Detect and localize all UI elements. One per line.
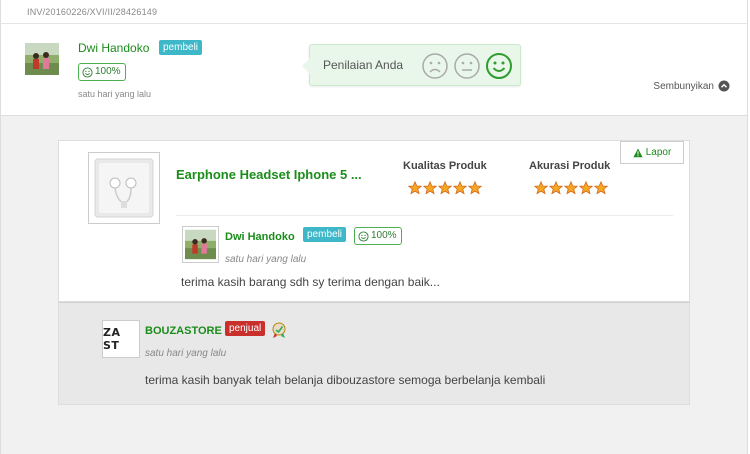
hide-link[interactable]: Sembunyikan — [653, 80, 730, 92]
seller-badge: penjual — [225, 321, 266, 336]
neutral-face-icon[interactable] — [453, 52, 481, 80]
buyer-avatar[interactable] — [25, 43, 59, 75]
star-icon — [438, 181, 452, 195]
divider — [176, 215, 673, 216]
review-content: Earphone Headset Iphone 5 ... Kualitas P… — [0, 116, 748, 454]
invoice-number: INV/20160226/XVI/II/28426149 — [27, 7, 158, 17]
star-icon — [564, 181, 578, 195]
reviewer-name[interactable]: Dwi Handoko — [225, 231, 295, 243]
reputation-badge[interactable]: 100% — [78, 63, 126, 81]
star-icon — [408, 181, 422, 195]
report-button[interactable]: Lapor — [620, 141, 684, 164]
star-icon — [549, 181, 563, 195]
sad-face-icon[interactable] — [421, 52, 449, 80]
reply-time: satu hari yang lalu — [145, 348, 227, 359]
accuracy-label: Akurasi Produk — [529, 160, 611, 172]
invoice-bar: INV/20160226/XVI/II/28426149 — [0, 0, 748, 24]
product-image[interactable] — [88, 152, 160, 224]
reviewer-avatar[interactable] — [182, 226, 219, 263]
store-logo-text: ZA ST — [103, 326, 121, 352]
chevron-up-circle-icon — [718, 80, 730, 92]
accuracy-stars — [534, 181, 608, 195]
smile-icon — [358, 230, 369, 242]
review-header: Dwi Handoko pembeli 100% satu hari yang … — [0, 24, 748, 116]
report-label: Lapor — [645, 147, 672, 158]
quality-label: Kualitas Produk — [403, 160, 487, 172]
reputation-value: 100% — [95, 66, 121, 77]
reply-text: terima kasih banyak telah belanja dibouz… — [145, 373, 546, 387]
medal-icon — [272, 322, 286, 338]
reviewer-reputation-value: 100% — [371, 230, 397, 241]
reviewer-badge: pembeli — [303, 227, 347, 242]
hide-label: Sembunyikan — [653, 80, 714, 92]
seller-reply: ZA ST BOUZASTORE penjual satu hari yang … — [58, 302, 690, 405]
rating-tooltip: Penilaian Anda — [302, 44, 521, 86]
warning-icon — [633, 148, 643, 157]
buyer-badge: pembeli — [159, 40, 203, 55]
star-icon — [579, 181, 593, 195]
seller-name[interactable]: BOUZASTORE — [145, 325, 222, 337]
store-logo[interactable]: ZA ST — [102, 320, 140, 358]
star-icon — [534, 181, 548, 195]
reviewer-reputation-badge[interactable]: 100% — [354, 227, 402, 245]
buyer-name[interactable]: Dwi Handoko — [78, 41, 149, 55]
review-time: satu hari yang lalu — [78, 89, 152, 99]
star-icon — [453, 181, 467, 195]
review-card: Earphone Headset Iphone 5 ... Kualitas P… — [58, 140, 690, 302]
review-text: terima kasih barang sdh sy terima dengan… — [181, 275, 440, 289]
rating-prompt: Penilaian Anda — [323, 58, 404, 72]
reviewer-time: satu hari yang lalu — [225, 254, 307, 265]
smile-icon — [82, 66, 93, 78]
star-icon — [594, 181, 608, 195]
star-icon — [468, 181, 482, 195]
quality-stars — [408, 181, 482, 195]
product-name[interactable]: Earphone Headset Iphone 5 ... — [176, 167, 362, 182]
star-icon — [423, 181, 437, 195]
happy-face-icon[interactable] — [485, 52, 513, 80]
